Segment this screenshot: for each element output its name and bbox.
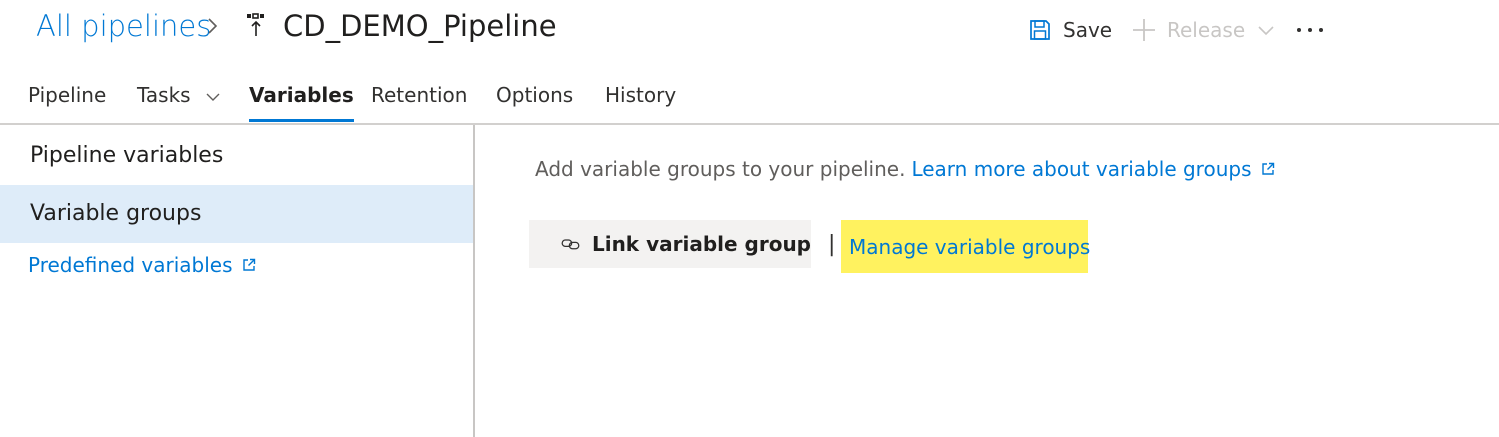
link-icon (561, 239, 580, 250)
link-variable-group-label: Link variable group (591, 232, 811, 256)
predefined-variables-link[interactable]: Predefined variables (28, 253, 256, 277)
sidebar-item-variable-groups[interactable]: Variable groups (0, 185, 473, 243)
action-separator: | (828, 232, 836, 257)
tab-history[interactable]: History (605, 70, 676, 122)
sidebar-item-pipeline-variables[interactable]: Pipeline variables (0, 127, 473, 185)
save-button[interactable]: Save (1028, 14, 1112, 46)
external-link-icon (1262, 162, 1275, 175)
save-label: Save (1063, 18, 1113, 42)
manage-variable-groups-label: Manage variable groups (849, 234, 1091, 259)
chevron-down-icon (1258, 26, 1274, 36)
release-label: Release (1167, 18, 1246, 42)
tab-variables[interactable]: Variables (249, 70, 354, 122)
tab-retention[interactable]: Retention (371, 70, 467, 122)
info-text: Add variable groups to your pipeline. (535, 157, 906, 181)
release-button[interactable]: Release (1131, 14, 1275, 46)
tab-tasks[interactable]: Tasks (137, 70, 221, 122)
variable-groups-info: Add variable groups to your pipeline. Le… (535, 157, 1275, 181)
learn-more-link[interactable]: Learn more about variable groups (911, 157, 1251, 181)
chevron-right-icon (208, 18, 218, 34)
pipeline-icon (247, 13, 264, 36)
save-icon (1030, 20, 1050, 40)
panel-divider (473, 125, 475, 437)
manage-variable-groups-link[interactable]: Manage variable groups (841, 220, 1091, 273)
plus-icon (1133, 19, 1155, 41)
more-options-icon[interactable] (1293, 14, 1327, 46)
page-title: CD_DEMO_Pipeline (283, 9, 557, 43)
breadcrumb-all-pipelines[interactable]: All pipelines (36, 8, 211, 44)
tab-tasks-label: Tasks (137, 83, 191, 107)
chevron-down-icon (206, 93, 220, 101)
tab-pipeline[interactable]: Pipeline (28, 70, 106, 122)
link-variable-group-button[interactable]: Link variable group (529, 220, 811, 268)
tab-options[interactable]: Options (496, 70, 573, 122)
external-link-icon (242, 258, 255, 271)
tab-divider (0, 123, 1499, 125)
predefined-variables-label: Predefined variables (28, 253, 233, 277)
tab-bar: Pipeline Tasks Variables Retention Optio… (0, 70, 1499, 124)
header-bar: All pipelines CD_DEMO_Pipeline Save Rele… (0, 0, 1499, 60)
